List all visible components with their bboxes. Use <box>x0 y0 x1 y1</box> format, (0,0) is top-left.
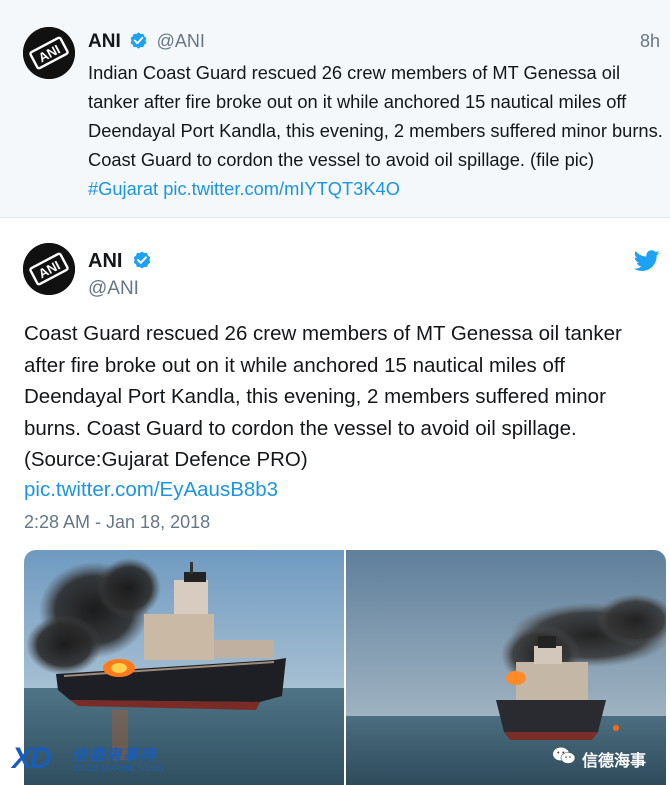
tweet-text: Coast Guard rescued 26 crew members of M… <box>24 322 622 471</box>
quoted-tweet[interactable]: ANI ANI @ANI 8h Indian Coast Guard rescu… <box>0 0 670 218</box>
wechat-icon <box>552 746 576 771</box>
tweet-body: Indian Coast Guard rescued 26 crew membe… <box>88 62 663 170</box>
twitter-bird-icon[interactable] <box>633 250 660 277</box>
tweet-timestamp[interactable]: 8h <box>640 31 660 52</box>
verified-badge-icon <box>129 31 148 55</box>
ani-logo-icon: ANI <box>23 243 75 295</box>
avatar[interactable]: ANI <box>23 27 75 79</box>
xinde-logo: XD <box>12 742 52 775</box>
ani-logo-icon: ANI <box>23 27 75 79</box>
xinde-english-name: XINDE MARINE NEWS <box>72 764 165 773</box>
tweet-date[interactable]: 2:28 AM - Jan 18, 2018 <box>24 512 210 533</box>
avatar[interactable]: ANI <box>23 243 75 295</box>
xinde-chinese-name: 信德海事网 <box>72 747 158 764</box>
wechat-watermark: 信德海事 <box>552 742 670 772</box>
handle[interactable]: @ANI <box>157 31 205 51</box>
media-link[interactable]: pic.twitter.com/EyAausB8b3 <box>24 478 278 502</box>
display-name[interactable]: ANI <box>88 250 122 272</box>
hashtag-link[interactable]: #Gujarat <box>88 178 158 199</box>
handle[interactable]: @ANI <box>88 278 152 300</box>
display-name[interactable]: ANI <box>88 31 121 52</box>
xinde-watermark: XD 信德海事网 XINDE MARINE NEWS <box>8 742 208 782</box>
media-link[interactable]: pic.twitter.com/mIYTQT3K4O <box>163 178 400 199</box>
wechat-account-name: 信德海事 <box>582 753 647 770</box>
tweet-header: ANI @ANI 8h <box>88 31 660 55</box>
verified-badge-icon <box>132 250 152 276</box>
author-block[interactable]: ANI @ANI <box>88 250 152 300</box>
tweet-text: Indian Coast Guard rescued 26 crew membe… <box>88 58 664 203</box>
